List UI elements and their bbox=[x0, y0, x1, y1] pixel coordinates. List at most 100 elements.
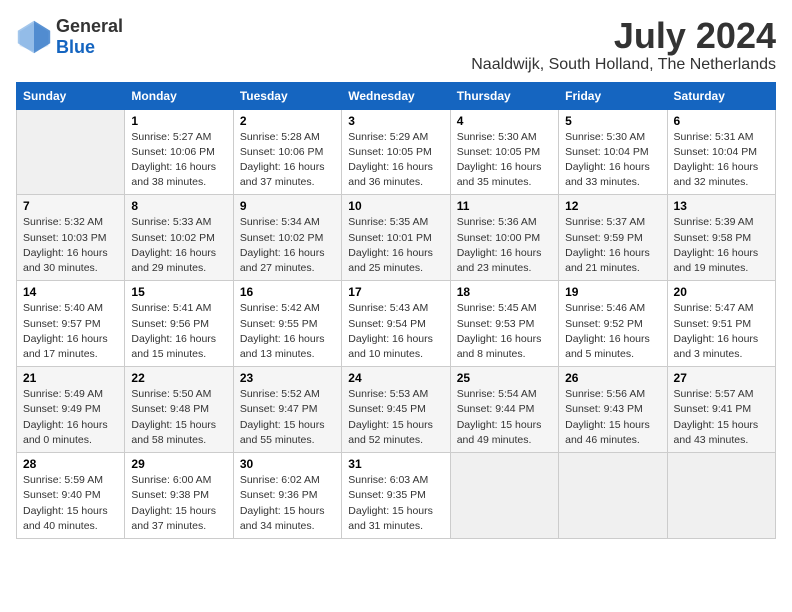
day-info: Sunrise: 5:29 AM Sunset: 10:05 PM Daylig… bbox=[348, 130, 443, 191]
calendar-cell: 20 Sunrise: 5:47 AM Sunset: 9:51 PM Dayli… bbox=[667, 281, 775, 367]
day-info: Sunrise: 5:59 AM Sunset: 9:40 PM Dayligh… bbox=[23, 473, 118, 534]
day-info: Sunrise: 5:50 AM Sunset: 9:48 PM Dayligh… bbox=[131, 387, 226, 448]
day-info: Sunrise: 5:43 AM Sunset: 9:54 PM Dayligh… bbox=[348, 301, 443, 362]
day-info: Sunrise: 5:28 AM Sunset: 10:06 PM Daylig… bbox=[240, 130, 335, 191]
day-info: Sunrise: 5:27 AM Sunset: 10:06 PM Daylig… bbox=[131, 130, 226, 191]
day-number: 21 bbox=[23, 371, 118, 385]
day-info: Sunrise: 5:57 AM Sunset: 9:41 PM Dayligh… bbox=[674, 387, 769, 448]
calendar-cell: 24Sunrise: 5:53 AM Sunset: 9:45 PM Dayli… bbox=[342, 367, 450, 453]
header-monday: Monday bbox=[125, 82, 233, 109]
day-number: 27 bbox=[674, 371, 769, 385]
month-title: July 2024 bbox=[471, 16, 776, 56]
calendar-cell: 7 Sunrise: 5:32 AM Sunset: 10:03 PM Dayli… bbox=[17, 195, 125, 281]
calendar-cell: 29Sunrise: 6:00 AM Sunset: 9:38 PM Dayli… bbox=[125, 453, 233, 539]
calendar-cell: 31 Sunrise: 6:03 AM Sunset: 9:35 PM Dayli… bbox=[342, 453, 450, 539]
calendar-cell: 10 Sunrise: 5:35 AM Sunset: 10:01 PM Dayl… bbox=[342, 195, 450, 281]
calendar-cell: 26 Sunrise: 5:56 AM Sunset: 9:43 PM Dayli… bbox=[559, 367, 667, 453]
day-number: 1 bbox=[131, 114, 226, 128]
logo-general: General bbox=[56, 16, 123, 36]
day-number: 19 bbox=[565, 285, 660, 299]
day-info: Sunrise: 5:41 AM Sunset: 9:56 PM Dayligh… bbox=[131, 301, 226, 362]
day-info: Sunrise: 5:53 AM Sunset: 9:45 PM Dayligh… bbox=[348, 387, 443, 448]
week-row-1: 7 Sunrise: 5:32 AM Sunset: 10:03 PM Dayli… bbox=[17, 195, 776, 281]
header-saturday: Saturday bbox=[667, 82, 775, 109]
day-info: Sunrise: 5:42 AM Sunset: 9:55 PM Dayligh… bbox=[240, 301, 335, 362]
day-info: Sunrise: 5:56 AM Sunset: 9:43 PM Dayligh… bbox=[565, 387, 660, 448]
calendar-cell: 5 Sunrise: 5:30 AM Sunset: 10:04 PM Dayli… bbox=[559, 109, 667, 195]
title-area: July 2024 Naaldwijk, South Holland, The … bbox=[471, 16, 776, 74]
day-info: Sunrise: 5:34 AM Sunset: 10:02 PM Daylig… bbox=[240, 215, 335, 276]
logo: General Blue bbox=[16, 16, 123, 58]
day-number: 12 bbox=[565, 199, 660, 213]
day-number: 25 bbox=[457, 371, 552, 385]
day-info: Sunrise: 5:46 AM Sunset: 9:52 PM Dayligh… bbox=[565, 301, 660, 362]
day-number: 16 bbox=[240, 285, 335, 299]
day-number: 29 bbox=[131, 457, 226, 471]
logo-icon bbox=[16, 19, 52, 55]
day-number: 18 bbox=[457, 285, 552, 299]
day-info: Sunrise: 5:47 AM Sunset: 9:51 PM Dayligh… bbox=[674, 301, 769, 362]
header-thursday: Thursday bbox=[450, 82, 558, 109]
day-number: 31 bbox=[348, 457, 443, 471]
day-info: Sunrise: 5:37 AM Sunset: 9:59 PM Dayligh… bbox=[565, 215, 660, 276]
header-sunday: Sunday bbox=[17, 82, 125, 109]
week-row-0: 1 Sunrise: 5:27 AM Sunset: 10:06 PM Dayli… bbox=[17, 109, 776, 195]
calendar-cell: 6Sunrise: 5:31 AM Sunset: 10:04 PM Dayli… bbox=[667, 109, 775, 195]
calendar-cell: 22Sunrise: 5:50 AM Sunset: 9:48 PM Dayli… bbox=[125, 367, 233, 453]
day-number: 17 bbox=[348, 285, 443, 299]
calendar-cell: 27 Sunrise: 5:57 AM Sunset: 9:41 PM Dayli… bbox=[667, 367, 775, 453]
day-number: 5 bbox=[565, 114, 660, 128]
calendar-table: SundayMondayTuesdayWednesdayThursdayFrid… bbox=[16, 82, 776, 539]
day-info: Sunrise: 5:45 AM Sunset: 9:53 PM Dayligh… bbox=[457, 301, 552, 362]
day-number: 13 bbox=[674, 199, 769, 213]
day-number: 23 bbox=[240, 371, 335, 385]
calendar-cell bbox=[559, 453, 667, 539]
calendar-cell: 2Sunrise: 5:28 AM Sunset: 10:06 PM Dayli… bbox=[233, 109, 341, 195]
day-info: Sunrise: 5:35 AM Sunset: 10:01 PM Daylig… bbox=[348, 215, 443, 276]
calendar-cell: 1 Sunrise: 5:27 AM Sunset: 10:06 PM Dayli… bbox=[125, 109, 233, 195]
day-number: 8 bbox=[131, 199, 226, 213]
day-info: Sunrise: 5:36 AM Sunset: 10:00 PM Daylig… bbox=[457, 215, 552, 276]
day-info: Sunrise: 6:03 AM Sunset: 9:35 PM Dayligh… bbox=[348, 473, 443, 534]
week-row-2: 14Sunrise: 5:40 AM Sunset: 9:57 PM Dayli… bbox=[17, 281, 776, 367]
week-row-3: 21 Sunrise: 5:49 AM Sunset: 9:49 PM Dayli… bbox=[17, 367, 776, 453]
calendar-cell: 25Sunrise: 5:54 AM Sunset: 9:44 PM Dayli… bbox=[450, 367, 558, 453]
calendar-cell: 3 Sunrise: 5:29 AM Sunset: 10:05 PM Dayli… bbox=[342, 109, 450, 195]
logo-blue: Blue bbox=[56, 37, 95, 57]
calendar-cell: 30Sunrise: 6:02 AM Sunset: 9:36 PM Dayli… bbox=[233, 453, 341, 539]
calendar-cell: 11Sunrise: 5:36 AM Sunset: 10:00 PM Dayl… bbox=[450, 195, 558, 281]
day-number: 15 bbox=[131, 285, 226, 299]
calendar-cell: 9Sunrise: 5:34 AM Sunset: 10:02 PM Dayli… bbox=[233, 195, 341, 281]
day-number: 20 bbox=[674, 285, 769, 299]
header-wednesday: Wednesday bbox=[342, 82, 450, 109]
calendar-cell: 23 Sunrise: 5:52 AM Sunset: 9:47 PM Dayli… bbox=[233, 367, 341, 453]
day-info: Sunrise: 5:49 AM Sunset: 9:49 PM Dayligh… bbox=[23, 387, 118, 448]
calendar-cell: 16 Sunrise: 5:42 AM Sunset: 9:55 PM Dayli… bbox=[233, 281, 341, 367]
day-number: 10 bbox=[348, 199, 443, 213]
day-info: Sunrise: 5:52 AM Sunset: 9:47 PM Dayligh… bbox=[240, 387, 335, 448]
calendar-cell: 14Sunrise: 5:40 AM Sunset: 9:57 PM Dayli… bbox=[17, 281, 125, 367]
calendar-cell: 12 Sunrise: 5:37 AM Sunset: 9:59 PM Dayli… bbox=[559, 195, 667, 281]
day-number: 30 bbox=[240, 457, 335, 471]
day-info: Sunrise: 5:30 AM Sunset: 10:04 PM Daylig… bbox=[565, 130, 660, 191]
header-tuesday: Tuesday bbox=[233, 82, 341, 109]
calendar-cell: 21 Sunrise: 5:49 AM Sunset: 9:49 PM Dayli… bbox=[17, 367, 125, 453]
day-number: 4 bbox=[457, 114, 552, 128]
day-info: Sunrise: 5:32 AM Sunset: 10:03 PM Daylig… bbox=[23, 215, 118, 276]
header-friday: Friday bbox=[559, 82, 667, 109]
calendar-cell bbox=[450, 453, 558, 539]
day-number: 26 bbox=[565, 371, 660, 385]
calendar-cell: 13 Sunrise: 5:39 AM Sunset: 9:58 PM Dayli… bbox=[667, 195, 775, 281]
calendar-cell bbox=[17, 109, 125, 195]
calendar-cell: 4 Sunrise: 5:30 AM Sunset: 10:05 PM Dayli… bbox=[450, 109, 558, 195]
page-header: General Blue July 2024 Naaldwijk, South … bbox=[16, 16, 776, 74]
calendar-header-row: SundayMondayTuesdayWednesdayThursdayFrid… bbox=[17, 82, 776, 109]
location-title: Naaldwijk, South Holland, The Netherland… bbox=[471, 56, 776, 74]
logo-text: General Blue bbox=[56, 16, 123, 58]
week-row-4: 28Sunrise: 5:59 AM Sunset: 9:40 PM Dayli… bbox=[17, 453, 776, 539]
day-info: Sunrise: 5:30 AM Sunset: 10:05 PM Daylig… bbox=[457, 130, 552, 191]
calendar-body: 1 Sunrise: 5:27 AM Sunset: 10:06 PM Dayli… bbox=[17, 109, 776, 538]
day-number: 3 bbox=[348, 114, 443, 128]
day-info: Sunrise: 5:39 AM Sunset: 9:58 PM Dayligh… bbox=[674, 215, 769, 276]
day-number: 7 bbox=[23, 199, 118, 213]
